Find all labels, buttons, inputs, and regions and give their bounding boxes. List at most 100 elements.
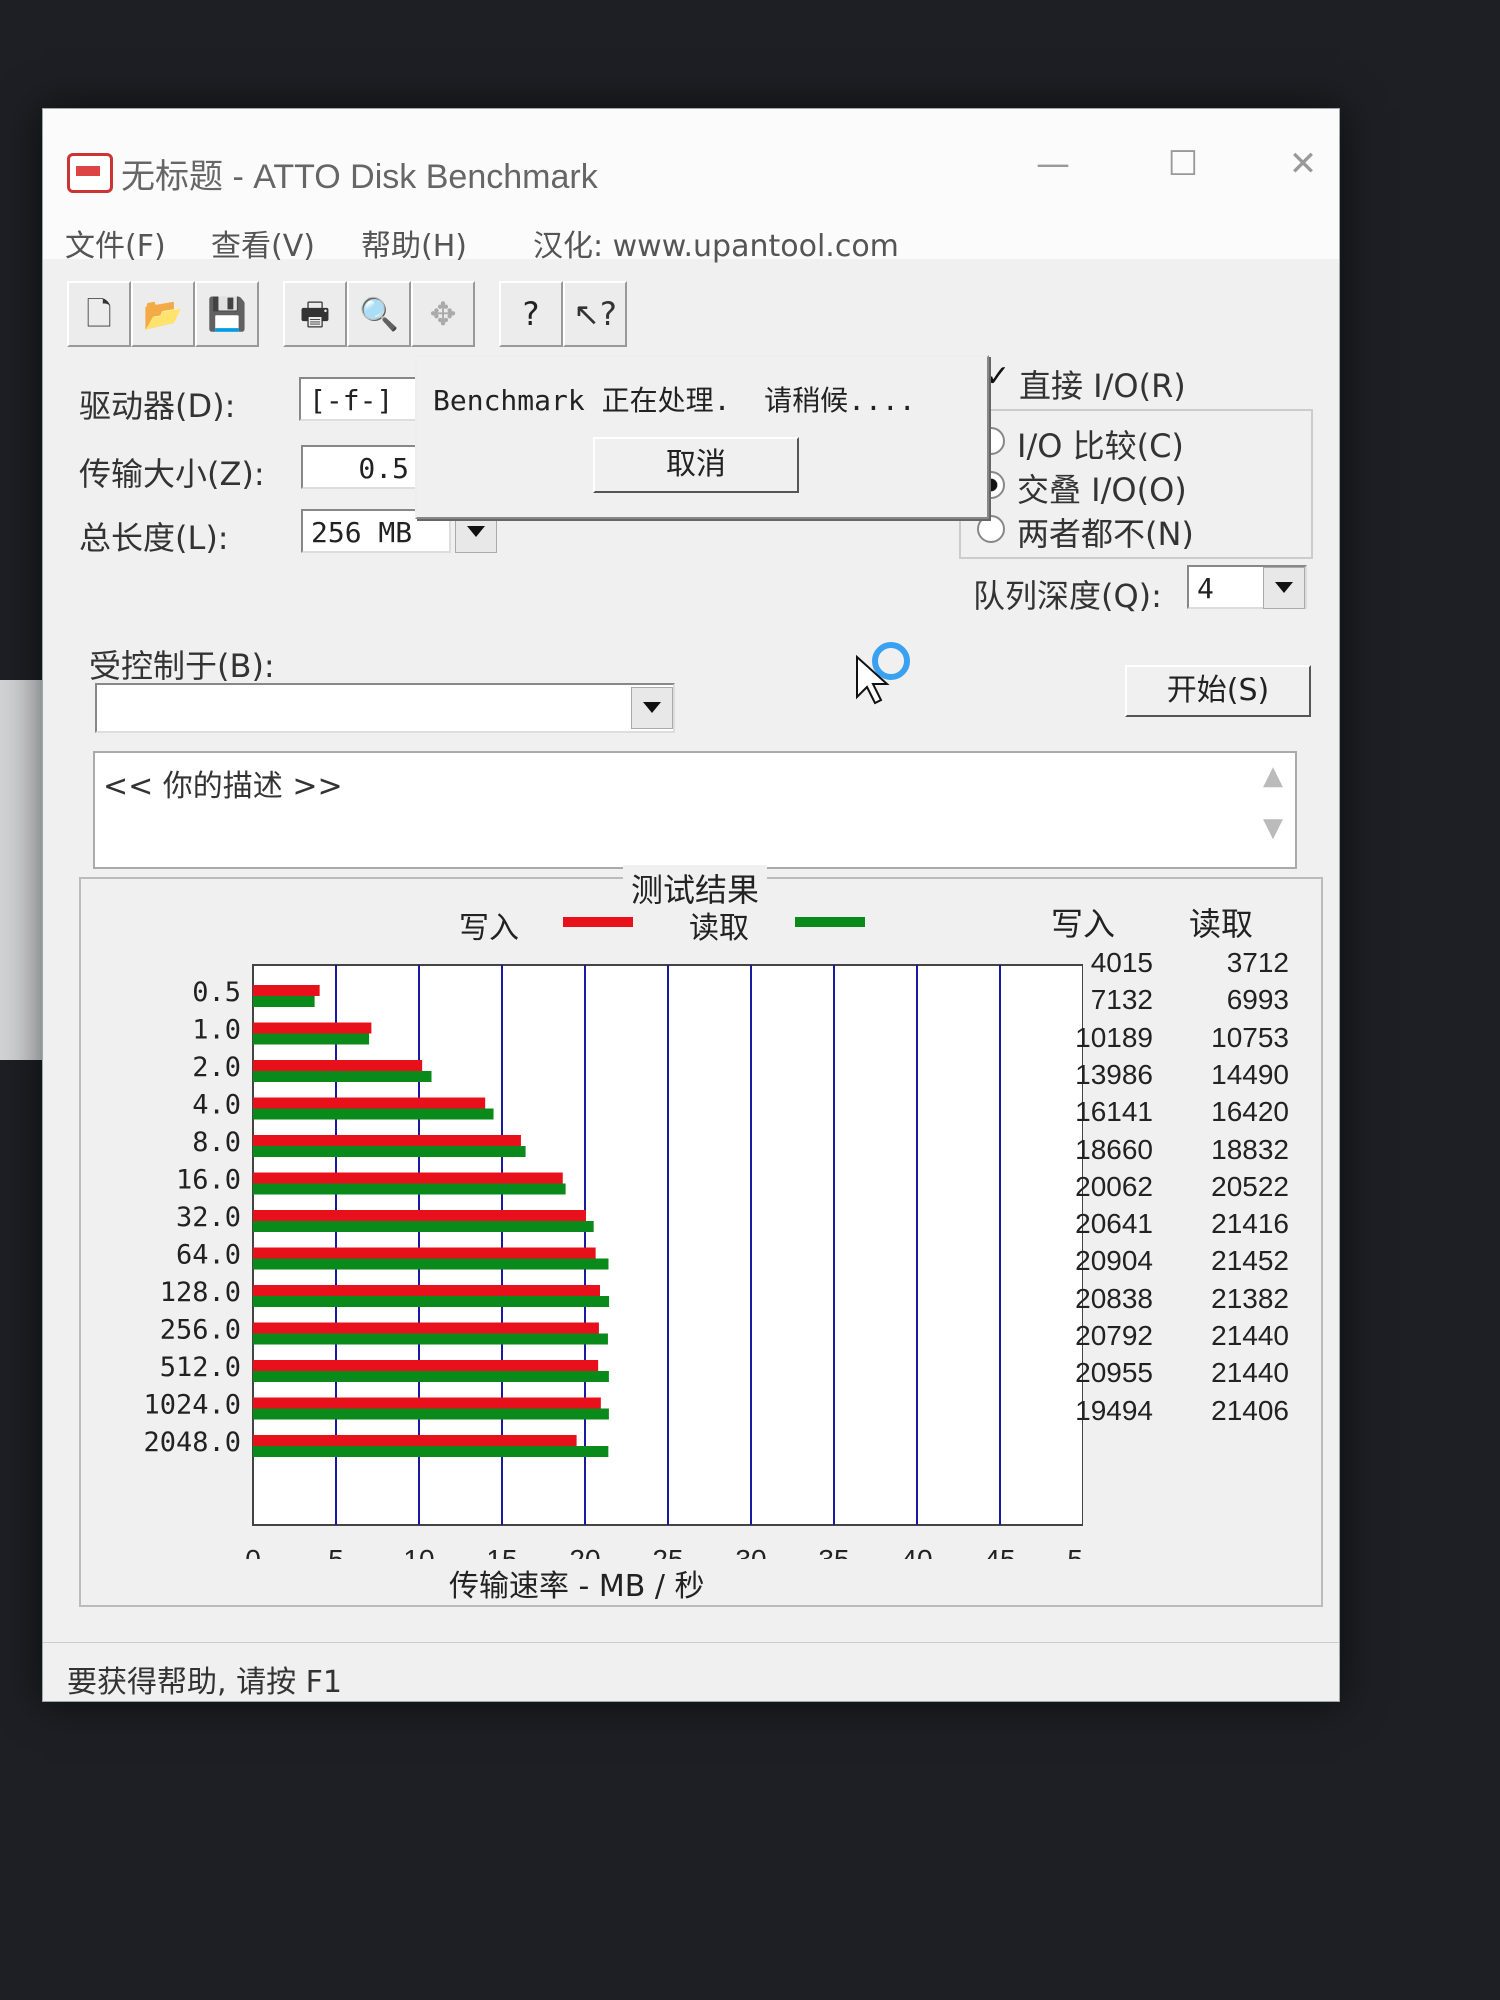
bar-chart: 0 5 10 15 20 25 30 35 40 45 50 0.5 1.0 2.0 4.0 8.0 16.0 3… bbox=[143, 964, 1083, 1559]
drive-label: 驱动器(D): bbox=[79, 387, 236, 425]
write-bar bbox=[253, 1172, 563, 1184]
read-bar bbox=[253, 1183, 566, 1195]
transfer-size-label: 传输大小(Z): bbox=[79, 455, 265, 493]
description-box[interactable]: << 你的描述 >> ▲ ▼ bbox=[93, 751, 1297, 869]
write-value-cell: 4015 bbox=[1090, 947, 1153, 978]
write-value-cell: 18660 bbox=[1075, 1133, 1153, 1165]
move-icon: ✥ bbox=[411, 281, 475, 347]
total-length-label: 总长度(L): bbox=[79, 519, 229, 557]
cancel-button[interactable]: 取消 bbox=[593, 437, 799, 493]
read-bar bbox=[253, 1071, 432, 1082]
read-value-cell: 21416 bbox=[1211, 1208, 1289, 1240]
read-value-cell: 20522 bbox=[1211, 1170, 1289, 1202]
y-tick-label: 2048.0 bbox=[143, 1427, 241, 1458]
read-bar bbox=[253, 1108, 494, 1120]
window-title: 无标题 - ATTO Disk Benchmark bbox=[121, 158, 598, 196]
x-tick-label: 10 bbox=[403, 1544, 434, 1559]
y-tick-label: 1.0 bbox=[192, 1015, 241, 1046]
write-value-cell: 19494 bbox=[1075, 1394, 1153, 1426]
y-tick-label: 1024.0 bbox=[143, 1390, 241, 1421]
context-help-icon[interactable]: ↖? bbox=[563, 281, 627, 347]
close-button[interactable]: ✕ bbox=[1273, 139, 1333, 189]
minimize-button[interactable]: — bbox=[1023, 139, 1083, 189]
processing-dialog: Benchmark 正在处理. 请稍候.... 取消 bbox=[415, 355, 989, 519]
read-bar bbox=[253, 1446, 609, 1457]
app-window: 无标题 - ATTO Disk Benchmark — ☐ ✕ 文件(F) 查看… bbox=[42, 108, 1340, 1702]
menu-file[interactable]: 文件(F) bbox=[65, 221, 166, 265]
read-bar bbox=[253, 1333, 608, 1345]
x-tick-label: 5 bbox=[328, 1544, 344, 1559]
read-value-cell: 14490 bbox=[1211, 1058, 1289, 1090]
drive-select[interactable]: [-f-] bbox=[299, 377, 419, 421]
write-value-cell: 20792 bbox=[1075, 1320, 1153, 1351]
write-bar bbox=[253, 1322, 599, 1334]
open-folder-icon[interactable]: 📂 bbox=[131, 281, 195, 347]
read-value-cell: 6993 bbox=[1226, 984, 1289, 1016]
queue-depth-label: 队列深度(Q): bbox=[973, 577, 1162, 615]
y-tick-label: 512.0 bbox=[160, 1352, 241, 1383]
io-compare-label: I/O 比较(C) bbox=[1017, 427, 1184, 465]
chevron-down-icon[interactable] bbox=[631, 687, 673, 729]
help-icon[interactable]: ? bbox=[499, 281, 563, 347]
read-bar bbox=[253, 1033, 370, 1045]
scroll-up-icon[interactable]: ▲ bbox=[1263, 761, 1283, 791]
y-tick-label: 64.0 bbox=[176, 1240, 241, 1271]
dialog-message: Benchmark 正在处理. 请稍候.... bbox=[433, 384, 916, 417]
x-tick-label: 25 bbox=[652, 1544, 683, 1559]
start-button[interactable]: 开始(S) bbox=[1125, 665, 1311, 717]
read-bar bbox=[253, 1221, 594, 1232]
read-bar bbox=[253, 1146, 526, 1157]
x-tick-label: 30 bbox=[735, 1544, 766, 1559]
write-value-cell: 7132 bbox=[1090, 984, 1153, 1016]
controlled-by-select[interactable] bbox=[95, 683, 675, 733]
write-value-cell: 20904 bbox=[1075, 1245, 1153, 1277]
new-file-icon[interactable]: 🗋 bbox=[67, 281, 131, 347]
y-tick-label: 16.0 bbox=[176, 1165, 241, 1196]
controlled-by-label: 受控制于(B): bbox=[89, 647, 275, 685]
y-tick-label: 8.0 bbox=[192, 1127, 241, 1158]
print-preview-icon[interactable]: 🔍 bbox=[347, 281, 411, 347]
write-bar bbox=[253, 1135, 521, 1146]
neither-radio[interactable] bbox=[977, 515, 1005, 543]
neither-label: 两者都不(N) bbox=[1017, 515, 1194, 553]
menu-help[interactable]: 帮助(H) bbox=[361, 221, 467, 265]
x-tick-label: 20 bbox=[569, 1544, 600, 1559]
x-tick-label: 15 bbox=[486, 1544, 517, 1559]
read-value-cell: 21452 bbox=[1211, 1245, 1289, 1277]
maximize-button[interactable]: ☐ bbox=[1153, 139, 1213, 189]
x-axis-label: 传输速率 - MB / 秒 bbox=[449, 1569, 705, 1604]
write-column-header: 写入 bbox=[1051, 905, 1116, 943]
legend-write-swatch bbox=[563, 917, 633, 927]
x-tick-label: 45 bbox=[984, 1544, 1015, 1559]
save-icon[interactable]: 💾 bbox=[195, 281, 259, 347]
x-tick-label: 0 bbox=[245, 1544, 261, 1559]
read-bar bbox=[253, 1258, 609, 1270]
write-bar bbox=[253, 1397, 601, 1409]
write-bar bbox=[253, 1435, 577, 1446]
busy-cursor-icon bbox=[856, 642, 910, 705]
read-value-cell: 21382 bbox=[1211, 1282, 1289, 1314]
direct-io-label: 直接 I/O(R) bbox=[1019, 367, 1186, 405]
write-value-cell: 13986 bbox=[1075, 1058, 1153, 1090]
write-bar bbox=[253, 1247, 596, 1259]
print-icon[interactable]: 🖶 bbox=[283, 281, 347, 347]
write-value-cell: 16141 bbox=[1075, 1096, 1153, 1128]
y-tick-label: 256.0 bbox=[160, 1315, 241, 1346]
y-tick-label: 128.0 bbox=[160, 1277, 241, 1308]
write-value-cell: 20062 bbox=[1075, 1170, 1153, 1202]
transfer-size-select[interactable]: 0.5 bbox=[301, 445, 421, 489]
app-icon bbox=[67, 153, 113, 193]
write-value-cell: 20955 bbox=[1075, 1357, 1153, 1389]
scroll-down-icon[interactable]: ▼ bbox=[1263, 813, 1283, 843]
write-bar bbox=[253, 1022, 372, 1034]
chevron-down-icon[interactable] bbox=[1263, 567, 1305, 609]
read-value-cell: 10753 bbox=[1211, 1021, 1289, 1053]
status-bar: 要获得帮助, 请按 F1 bbox=[43, 1642, 1339, 1701]
write-bar bbox=[253, 1060, 423, 1071]
write-bar bbox=[253, 985, 320, 996]
write-value-cell: 20838 bbox=[1075, 1282, 1153, 1314]
menu-view[interactable]: 查看(V) bbox=[211, 221, 315, 265]
read-value-cell: 16420 bbox=[1211, 1096, 1289, 1128]
legend-read-swatch bbox=[795, 917, 865, 927]
x-tick-label: 40 bbox=[901, 1544, 932, 1559]
